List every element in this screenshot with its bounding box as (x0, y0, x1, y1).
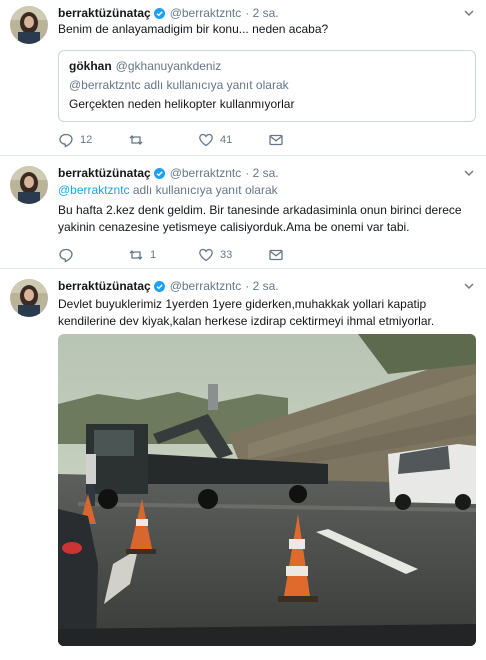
avatar[interactable] (10, 279, 48, 317)
tweet-actions: 1 33 (58, 246, 338, 264)
chevron-down-icon[interactable] (462, 279, 476, 293)
reply-count: 12 (80, 134, 93, 146)
avatar[interactable] (10, 166, 48, 204)
quoted-tweet[interactable]: gökhan @gkhanuyankdeniz @berraktzntc adlı… (58, 50, 476, 122)
verified-badge-icon (153, 7, 165, 19)
verified-badge-icon (153, 280, 165, 292)
user-handle[interactable]: @berraktzntc (170, 166, 242, 180)
user-handle[interactable]: @berraktzntc (170, 279, 242, 293)
retweet-icon (129, 135, 143, 145)
heart-icon (199, 133, 213, 147)
like-button[interactable]: 41 (198, 132, 268, 148)
envelope-icon (269, 249, 283, 261)
tweet-text-line: Bu hafta 2.kez denk geldim. Bir tanesind… (58, 203, 462, 217)
tweet-header: berraktüzünataç @berraktzntc · 2 sa. (58, 5, 279, 21)
quoted-user-handle: @gkhanuyankdeniz (115, 59, 222, 73)
display-name[interactable]: berraktüzünataç (58, 6, 151, 20)
retweet-icon (129, 250, 143, 260)
tweet-header: berraktüzünataç @berraktzntc · 2 sa. (58, 165, 279, 181)
dm-button[interactable] (268, 247, 338, 263)
reply-mention-link[interactable]: @berraktzntc (58, 183, 130, 197)
like-button[interactable]: 33 (198, 247, 268, 263)
display-name[interactable]: berraktüzünataç (58, 279, 151, 293)
chevron-down-icon[interactable] (462, 6, 476, 20)
road-scene-image (58, 334, 476, 646)
quoted-text: Gerçekten neden helikopter kullanmıyorla… (69, 97, 295, 111)
tweet[interactable]: berraktüzünataç @berraktzntc · 2 sa. Ben… (0, 0, 486, 156)
avatar[interactable] (10, 6, 48, 44)
tweet-text-line: yakinin cenazesine yetismeye calisiyordu… (58, 220, 410, 234)
tweet-header: berraktüzünataç @berraktzntc · 2 sa. (58, 278, 279, 294)
like-count: 41 (220, 134, 233, 146)
reply-button[interactable]: 12 (58, 132, 128, 148)
avatar-image (10, 279, 48, 317)
tweet-text: Benim de anlayamadigim bir konu... neden… (58, 22, 329, 36)
tweet-photo[interactable] (58, 334, 476, 646)
quoted-author: gökhan @gkhanuyankdeniz (69, 59, 221, 73)
timestamp[interactable]: · 2 sa. (245, 166, 278, 180)
timestamp[interactable]: · 2 sa. (245, 6, 278, 20)
dm-button[interactable] (268, 132, 338, 148)
quoted-display-name: gökhan (69, 59, 112, 73)
reply-context-text: adlı kullanıcıya yanıt olarak (129, 183, 278, 197)
reply-icon (59, 133, 73, 148)
avatar-image (10, 166, 48, 204)
envelope-icon (269, 134, 283, 146)
tweet-text-line: kendilerine dev kiyak,kalan herkese izdi… (58, 314, 435, 328)
reply-button[interactable] (58, 247, 128, 263)
tweet-text-line: Devlet buyuklerimiz 1yerden 1yere giderk… (58, 297, 427, 311)
avatar-image (10, 6, 48, 44)
timestamp[interactable]: · 2 sa. (245, 279, 278, 293)
like-count: 33 (220, 249, 233, 261)
display-name[interactable]: berraktüzünataç (58, 166, 151, 180)
user-handle[interactable]: @berraktzntc (170, 6, 242, 20)
chevron-down-icon[interactable] (462, 166, 476, 180)
quoted-reply-context: @berraktzntc adlı kullanıcıya yanıt olar… (69, 78, 289, 92)
retweet-button[interactable]: 1 (128, 247, 198, 263)
retweet-count: 1 (150, 249, 157, 261)
tweet-actions: 12 41 (58, 131, 338, 149)
verified-badge-icon (153, 167, 165, 179)
heart-icon (199, 248, 213, 262)
tweet[interactable]: berraktüzünataç @berraktzntc · 2 sa. @be… (0, 156, 486, 269)
reply-icon (59, 248, 73, 263)
reply-context: @berraktzntc adlı kullanıcıya yanıt olar… (58, 182, 468, 199)
retweet-button[interactable] (128, 132, 198, 148)
